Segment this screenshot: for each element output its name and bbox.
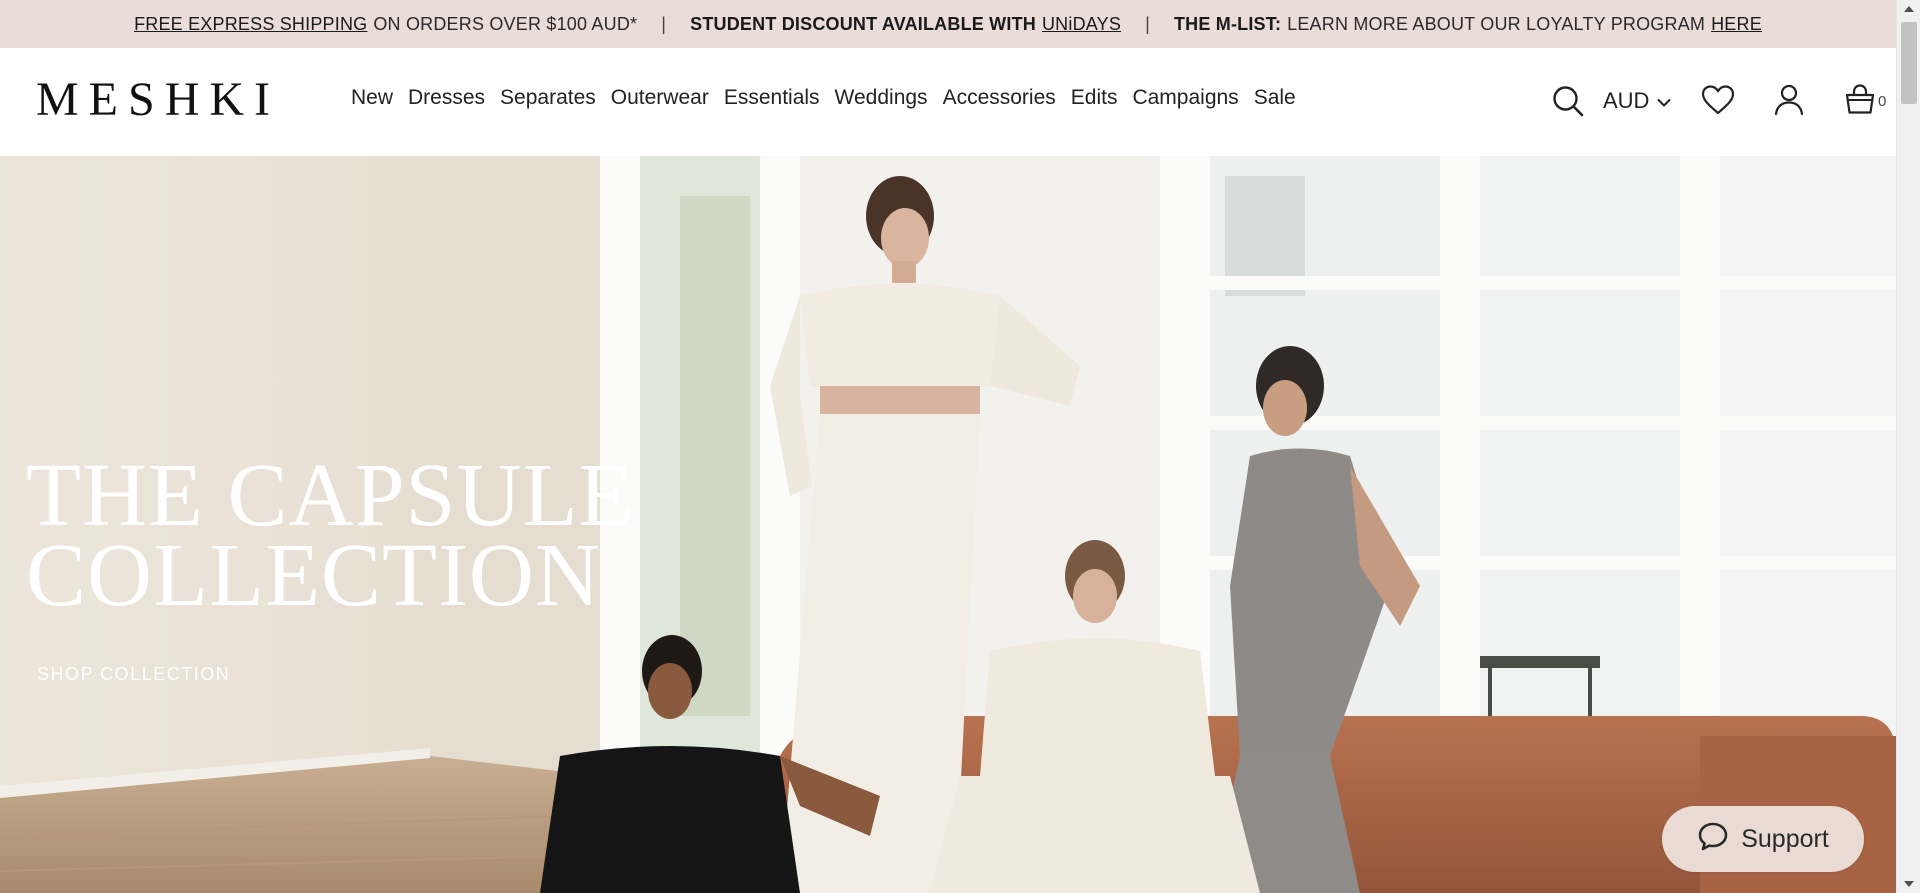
announcement-separator: | [661,13,667,34]
nav-item-campaigns[interactable]: Campaigns [1132,86,1238,110]
student-promo: STUDENT DISCOUNT AVAILABLE WITH UNiDAYS [690,14,1121,35]
shipping-promo-text: ON ORDERS OVER $100 AUD* [373,13,638,34]
page-scrollbar[interactable] [1896,0,1920,893]
student-promo-text: STUDENT DISCOUNT AVAILABLE WITH [690,13,1036,34]
shop-collection-link[interactable]: SHOP COLLECTION [37,664,230,685]
nav-item-essentials[interactable]: Essentials [724,86,820,110]
hero-banner[interactable]: THE CAPSULE COLLECTION SHOP COLLECTION [0,156,1896,893]
hero-title-line-1: THE CAPSULE [26,446,635,545]
support-button[interactable]: Support [1662,806,1864,872]
loyalty-text: LEARN MORE ABOUT OUR LOYALTY PROGRAM [1287,13,1706,34]
announcement-separator: | [1145,13,1150,34]
site-header: MESHKI New Dresses Separates Outerwear E… [0,48,1896,156]
free-shipping-link[interactable]: FREE EXPRESS SHIPPING [134,14,367,35]
nav-item-separates[interactable]: Separates [500,86,596,110]
nav-item-dresses[interactable]: Dresses [408,86,485,110]
nav-item-weddings[interactable]: Weddings [835,86,928,110]
page: FREE EXPRESS SHIPPING ON ORDERS OVER $10… [0,0,1920,893]
scroll-up-arrow-icon[interactable] [1897,0,1920,18]
loyalty-here-link[interactable]: HERE [1711,14,1762,35]
hero-title-line-2: COLLECTION [26,526,601,625]
bag-icon[interactable] [1844,83,1876,120]
nav-item-sale[interactable]: Sale [1254,86,1296,110]
heart-icon[interactable] [1701,84,1735,121]
loyalty-label: THE M-LIST: [1173,13,1282,34]
chevron-down-icon [1657,88,1671,114]
announcement-bar: FREE EXPRESS SHIPPING ON ORDERS OVER $10… [0,0,1896,48]
unidays-link[interactable]: UNiDAYS [1042,14,1121,35]
chat-bubble-icon [1697,821,1729,858]
shipping-promo: FREE EXPRESS SHIPPING ON ORDERS OVER $10… [134,14,637,35]
nav-item-new[interactable]: New [351,86,393,110]
hero-title: THE CAPSULE COLLECTION [26,446,635,625]
nav-item-edits[interactable]: Edits [1071,86,1118,110]
main-nav: New Dresses Separates Outerwear Essentia… [351,86,1296,110]
header-actions: AUD 0 [1476,48,1896,156]
nav-item-accessories[interactable]: Accessories [943,86,1056,110]
scrollbar-thumb[interactable] [1901,22,1917,104]
loyalty-promo: THE M-LIST: LEARN MORE ABOUT OUR LOYALTY… [1174,14,1762,35]
nav-item-outerwear[interactable]: Outerwear [611,86,709,110]
site-logo[interactable]: MESHKI [36,76,280,124]
scroll-down-arrow-icon[interactable] [1897,875,1920,893]
currency-selector[interactable]: AUD [1603,88,1671,114]
user-icon[interactable] [1774,84,1804,121]
currency-value: AUD [1603,88,1650,113]
search-icon[interactable] [1552,85,1584,122]
bag-count: 0 [1878,93,1887,110]
support-label: Support [1741,824,1829,853]
